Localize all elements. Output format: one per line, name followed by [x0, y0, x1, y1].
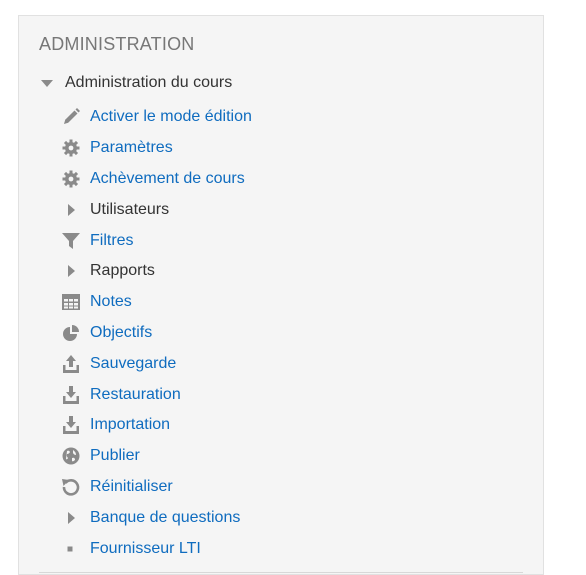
menu-item-restauration[interactable]: Restauration — [61, 379, 252, 410]
administration-block: ADMINISTRATION Administration du cours A… — [18, 15, 544, 575]
menu-item-label[interactable]: Publier — [90, 447, 140, 465]
menu-item-achevement[interactable]: Achèvement de cours — [61, 164, 252, 195]
menu-item-sauvegarde[interactable]: Sauvegarde — [61, 348, 252, 379]
pencil-icon — [61, 107, 81, 127]
menu-item-notes[interactable]: Notes — [61, 287, 252, 318]
block-title: ADMINISTRATION — [39, 34, 195, 54]
menu-item-label[interactable]: Sauvegarde — [90, 355, 176, 373]
menu-item-reinitialiser[interactable]: Réinitialiser — [61, 472, 252, 503]
square-bullet-icon — [61, 539, 81, 559]
refresh-icon — [61, 477, 81, 497]
download-icon — [61, 415, 81, 435]
menu-item-filtres[interactable]: Filtres — [61, 225, 252, 256]
course-admin-node[interactable]: Administration du cours — [41, 74, 232, 92]
menu-item-label[interactable]: Notes — [90, 293, 132, 311]
menu-item-utilisateurs[interactable]: Utilisateurs — [61, 194, 252, 225]
menu-item-label[interactable]: Activer le mode édition — [90, 108, 252, 126]
menu-item-label[interactable]: Filtres — [90, 232, 134, 250]
menu-item-importation[interactable]: Importation — [61, 410, 252, 441]
table-icon — [61, 292, 81, 312]
course-admin-label: Administration du cours — [65, 74, 233, 91]
menu-item-objectifs[interactable]: Objectifs — [61, 318, 252, 349]
menu-item-label[interactable]: Paramètres — [90, 139, 173, 157]
menu-item-label[interactable]: Restauration — [90, 386, 181, 404]
download-icon — [61, 385, 81, 405]
menu-item-label[interactable]: Réinitialiser — [90, 478, 173, 496]
admin-menu: Activer le mode édition Paramètres Achèv… — [61, 102, 252, 564]
upload-icon — [61, 354, 81, 374]
menu-item-label: Rapports — [90, 262, 155, 280]
pie-chart-icon — [61, 323, 81, 343]
caret-down-icon[interactable] — [41, 80, 53, 87]
menu-item-parametres[interactable]: Paramètres — [61, 133, 252, 164]
divider — [39, 572, 523, 573]
menu-item-activer-edition[interactable]: Activer le mode édition — [61, 102, 252, 133]
menu-item-banque-questions[interactable]: Banque de questions — [61, 502, 252, 533]
menu-item-label[interactable]: Banque de questions — [90, 509, 240, 527]
menu-item-label[interactable]: Fournisseur LTI — [90, 540, 201, 558]
filter-icon — [61, 231, 81, 251]
gear-icon — [61, 138, 81, 158]
caret-right-icon[interactable] — [61, 200, 81, 220]
caret-right-icon[interactable] — [61, 261, 81, 281]
menu-item-label[interactable]: Objectifs — [90, 324, 152, 342]
menu-item-label: Utilisateurs — [90, 200, 170, 218]
menu-item-label[interactable]: Importation — [90, 416, 170, 434]
menu-item-fournisseur-lti[interactable]: Fournisseur LTI — [61, 533, 252, 564]
menu-item-rapports[interactable]: Rapports — [61, 256, 252, 287]
gear-icon — [61, 169, 81, 189]
globe-icon — [61, 446, 81, 466]
menu-item-publier[interactable]: Publier — [61, 441, 252, 472]
menu-item-label[interactable]: Achèvement de cours — [90, 170, 245, 188]
caret-right-icon[interactable] — [61, 508, 81, 528]
